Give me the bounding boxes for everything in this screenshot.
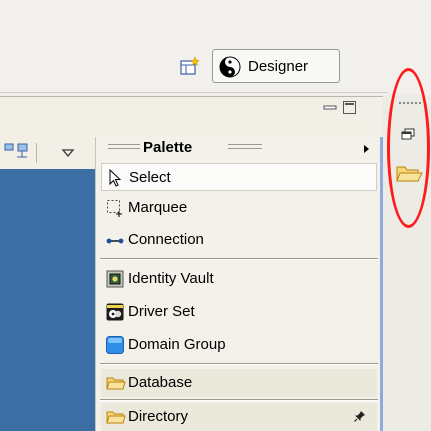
connection-icon [106, 238, 124, 244]
palette-separator [100, 399, 378, 401]
domain-group-icon [106, 336, 124, 354]
palette-separator [100, 363, 378, 365]
pin-icon[interactable] [354, 410, 366, 422]
marquee-icon [107, 200, 122, 217]
palette-item-label: Identity Vault [128, 270, 214, 287]
palette-separator [100, 258, 378, 260]
toolbar-separator [36, 143, 37, 163]
palette-item-label: Connection [128, 231, 204, 248]
palette-item-label: Domain Group [128, 336, 226, 353]
editor-panel: Palette Select Marquee Connection Identi… [0, 96, 383, 431]
palette-tool-connection[interactable]: Connection [101, 226, 377, 254]
palette-header[interactable]: Palette [96, 137, 381, 159]
maximize-icon[interactable] [343, 101, 356, 114]
network-tree-icon[interactable] [4, 143, 28, 161]
designer-canvas[interactable] [0, 169, 95, 431]
arrow-cursor-icon [109, 169, 122, 187]
drawer-label: Directory [128, 408, 189, 425]
palette-item-label: Driver Set [128, 303, 195, 320]
canvas-toolbar [0, 137, 95, 169]
palette-item-driver-set[interactable]: Driver Set [101, 298, 377, 326]
palette-item-label: Select [129, 169, 171, 186]
annotation-highlight-circle [387, 68, 430, 228]
palette-menu-arrow-icon[interactable] [364, 145, 369, 153]
folder-icon [106, 411, 126, 424]
identity-vault-icon [106, 270, 124, 288]
drawer-label: Database [128, 374, 193, 391]
palette-item-label: Marquee [128, 199, 188, 216]
palette-drawer-database[interactable]: Database [101, 369, 377, 397]
driver-set-icon [106, 303, 124, 321]
yin-yang-icon [219, 56, 241, 78]
open-perspective-icon[interactable] [180, 56, 202, 76]
minimize-icon[interactable] [323, 102, 337, 114]
designer-button-label: Designer [248, 58, 309, 75]
folder-icon [106, 377, 126, 390]
palette-title: Palette [143, 139, 193, 156]
palette-tool-select[interactable]: Select [101, 163, 377, 191]
palette-grip-right [228, 144, 262, 149]
palette-tool-marquee[interactable]: Marquee [101, 194, 377, 222]
palette-grip-left [108, 144, 140, 149]
main-toolbar: Designer [0, 0, 431, 95]
chevron-down-icon[interactable] [58, 145, 78, 161]
palette-drawer-directory[interactable]: Directory [101, 403, 377, 431]
palette-panel: Palette Select Marquee Connection Identi… [95, 137, 383, 431]
palette-item-identity-vault[interactable]: Identity Vault [101, 265, 377, 293]
editor-tab-bar [0, 97, 383, 119]
toolbar-divider [0, 92, 388, 93]
palette-item-domain-group[interactable]: Domain Group [101, 331, 377, 359]
designer-perspective-button[interactable]: Designer [212, 49, 340, 83]
